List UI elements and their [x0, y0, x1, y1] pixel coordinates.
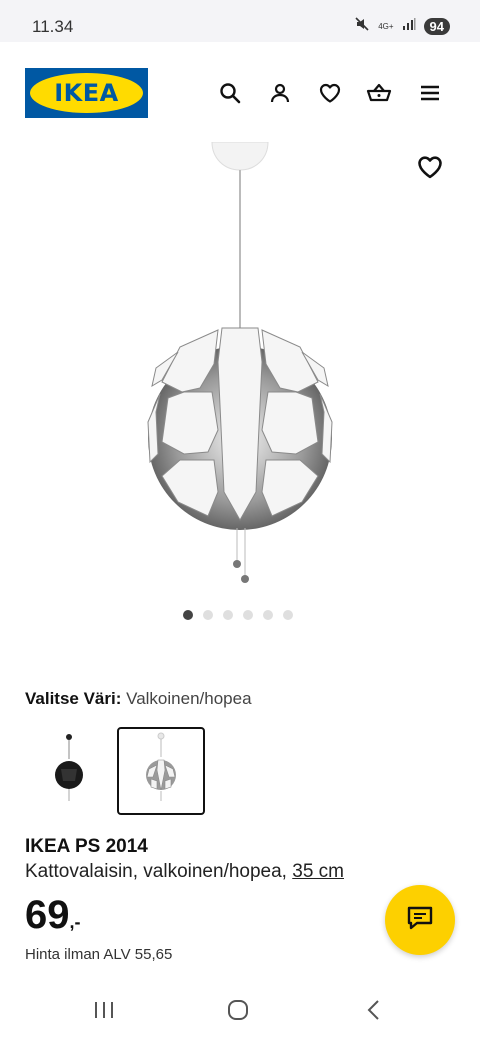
product-price: 69,- [25, 893, 81, 938]
logo-oval: IKEA [30, 73, 143, 113]
carousel-dot[interactable] [283, 610, 293, 620]
signal-icon [402, 17, 416, 36]
color-selected-value: Valkoinen/hopea [126, 689, 252, 708]
product-size-link[interactable]: 35 cm [292, 861, 344, 882]
status-bar: 11.34 4G+ 94 [0, 0, 480, 42]
carousel-dot[interactable] [183, 610, 193, 620]
product-favorite-icon[interactable] [416, 153, 444, 181]
mute-icon [354, 16, 370, 37]
color-swatch-black[interactable] [25, 727, 113, 815]
menu-icon[interactable] [417, 80, 443, 106]
price-value: 69 [25, 893, 70, 937]
product-description-text: Kattovalaisin, valkoinen/hopea, [25, 861, 287, 882]
logo-text: IKEA [54, 79, 119, 107]
carousel-dot[interactable] [263, 610, 273, 620]
basket-icon[interactable] [366, 80, 392, 106]
price-suffix: ,- [69, 912, 81, 932]
product-name: IKEA PS 2014 [25, 836, 148, 857]
chat-icon [406, 905, 434, 936]
network-label: 4G+ [378, 21, 394, 31]
color-label: Valitse Väri: Valkoinen/hopea [25, 689, 252, 709]
price-excl-vat: Hinta ilman ALV 55,65 [25, 946, 173, 963]
product-image[interactable] [0, 141, 480, 642]
recents-icon[interactable] [84, 996, 124, 1024]
status-icons: 4G+ 94 [354, 16, 450, 37]
carousel-dot[interactable] [203, 610, 213, 620]
color-label-title: Valitse Väri: [25, 689, 122, 708]
home-icon[interactable] [218, 996, 258, 1024]
search-icon[interactable] [217, 80, 243, 106]
wishlist-icon[interactable] [317, 80, 343, 106]
carousel-dots [183, 610, 293, 620]
ikea-logo[interactable]: IKEA [25, 68, 148, 118]
status-time: 11.34 [32, 17, 74, 36]
system-nav-bar [0, 980, 480, 1040]
color-swatch-white-silver[interactable] [117, 727, 205, 815]
product-description: Kattovalaisin, valkoinen/hopea, 35 cm [25, 861, 344, 883]
carousel-dot[interactable] [243, 610, 253, 620]
profile-icon[interactable] [267, 80, 293, 106]
chat-button[interactable] [385, 885, 455, 955]
back-icon[interactable] [353, 996, 393, 1024]
battery-badge: 94 [423, 18, 450, 35]
header: IKEA [0, 42, 480, 142]
carousel-dot[interactable] [223, 610, 233, 620]
